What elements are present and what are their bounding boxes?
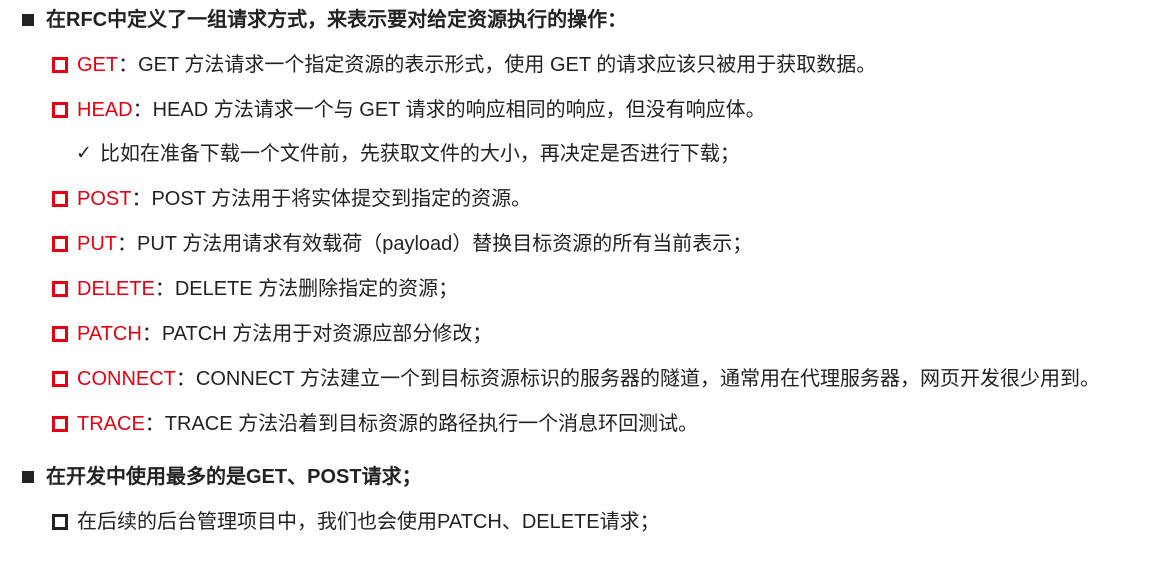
note-text: 在后续的后台管理项目中，我们也会使用PATCH、DELETE请求； bbox=[77, 511, 660, 533]
square-filled-icon bbox=[22, 471, 34, 483]
method-item-connect: CONNECT ： CONNECT 方法建立一个到目标资源标识的服务器的隧道，通… bbox=[52, 365, 1100, 393]
method-item-delete: DELETE ： DELETE 方法删除指定的资源； bbox=[52, 275, 458, 303]
square-outline-icon bbox=[52, 514, 68, 530]
checkmark-icon: ✓ bbox=[76, 143, 92, 164]
method-description: DELETE 方法删除指定的资源； bbox=[174, 278, 459, 300]
method-description: HEAD 方法请求一个与 GET 请求的响应相同的响应，但没有响应体。 bbox=[152, 99, 766, 121]
note-text: 比如在准备下载一个文件前，先获取文件的大小，再决定是否进行下载； bbox=[99, 143, 740, 165]
method-item-trace: TRACE ： TRACE 方法沿着到目标资源的路径执行一个消息环回测试。 bbox=[52, 410, 698, 438]
method-description: PATCH 方法用于对资源应部分修改； bbox=[161, 323, 493, 345]
separator: ： bbox=[141, 323, 162, 345]
method-item-get: GET ： GET 方法请求一个指定资源的表示形式，使用 GET 的请求应该只被… bbox=[52, 51, 876, 79]
square-outline-icon bbox=[52, 281, 68, 297]
method-name: GET bbox=[77, 54, 119, 76]
separator: ： bbox=[131, 188, 152, 210]
method-description: CONNECT 方法建立一个到目标资源标识的服务器的隧道，通常用在代理服务器，网… bbox=[195, 368, 1100, 390]
method-description: PUT 方法用请求有效载荷（payload）替换目标资源的所有当前表示； bbox=[137, 233, 753, 255]
method-name: PUT bbox=[77, 233, 117, 255]
heading-text: 在RFC中定义了一组请求方式，来表示要对给定资源执行的操作： bbox=[46, 9, 628, 31]
usage-note: 在后续的后台管理项目中，我们也会使用PATCH、DELETE请求； bbox=[52, 508, 660, 536]
method-description: TRACE 方法沿着到目标资源的路径执行一个消息环回测试。 bbox=[164, 413, 699, 435]
method-item-head: HEAD ： HEAD 方法请求一个与 GET 请求的响应相同的响应，但没有响应… bbox=[52, 96, 766, 124]
method-name: DELETE bbox=[77, 278, 155, 300]
method-name: POST bbox=[77, 188, 132, 210]
square-outline-icon bbox=[52, 371, 68, 387]
section-heading-methods: 在RFC中定义了一组请求方式，来表示要对给定资源执行的操作： bbox=[22, 6, 627, 34]
separator: ： bbox=[117, 233, 137, 255]
separator: ： bbox=[175, 368, 196, 390]
method-name: PATCH bbox=[77, 323, 142, 345]
separator: ： bbox=[118, 54, 139, 76]
method-name: TRACE bbox=[77, 413, 145, 435]
method-description: POST 方法用于将实体提交到指定的资源。 bbox=[151, 188, 532, 210]
method-name: HEAD bbox=[77, 99, 133, 121]
square-outline-icon bbox=[52, 57, 68, 73]
square-outline-icon bbox=[52, 326, 68, 342]
square-outline-icon bbox=[52, 191, 68, 207]
square-outline-icon bbox=[52, 102, 68, 118]
square-outline-icon bbox=[52, 416, 68, 432]
method-item-post: POST ： POST 方法用于将实体提交到指定的资源。 bbox=[52, 185, 531, 213]
head-note: ✓ 比如在准备下载一个文件前，先获取文件的大小，再决定是否进行下载； bbox=[76, 140, 740, 168]
square-outline-icon bbox=[52, 236, 68, 252]
method-description: GET 方法请求一个指定资源的表示形式，使用 GET 的请求应该只被用于获取数据… bbox=[138, 54, 877, 76]
method-item-put: PUT ： PUT 方法用请求有效载荷（payload）替换目标资源的所有当前表… bbox=[52, 230, 752, 258]
separator: ： bbox=[154, 278, 175, 300]
method-item-patch: PATCH ： PATCH 方法用于对资源应部分修改； bbox=[52, 320, 492, 348]
section-heading-common: 在开发中使用最多的是GET、POST请求； bbox=[22, 463, 422, 491]
square-filled-icon bbox=[22, 14, 34, 26]
heading-text: 在开发中使用最多的是GET、POST请求； bbox=[46, 466, 422, 488]
separator: ： bbox=[132, 99, 153, 121]
separator: ： bbox=[144, 413, 165, 435]
method-name: CONNECT bbox=[77, 368, 176, 390]
